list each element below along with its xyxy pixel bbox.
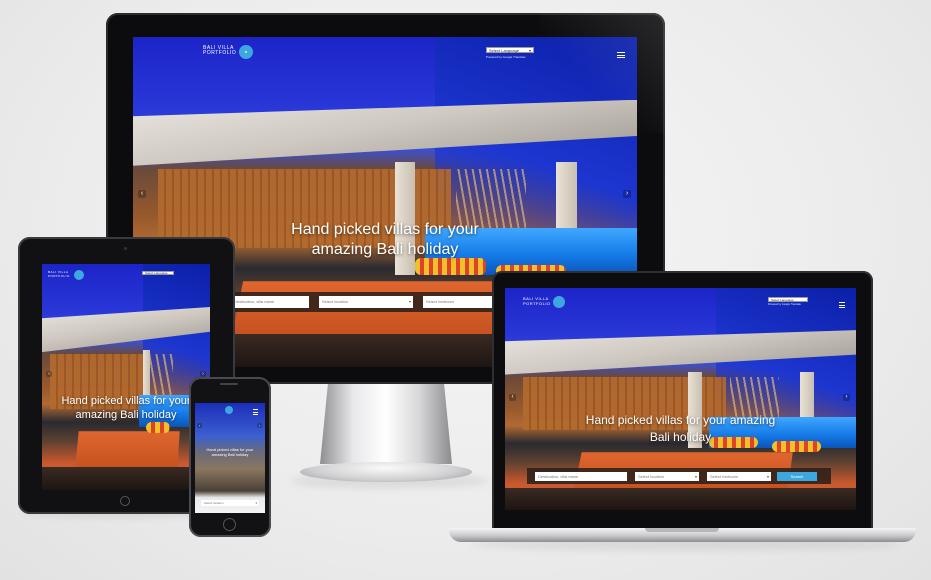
prev-slide-arrow[interactable]: ‹: [138, 190, 146, 198]
laptop-powered-by-translate[interactable]: Powered by Google Translate: [768, 303, 801, 306]
laptop-search-button[interactable]: Search: [777, 472, 817, 481]
site-logo-text[interactable]: BALI VILLA PORTFOLIO: [203, 46, 236, 56]
tablet-home-button[interactable]: [120, 496, 130, 506]
logo-badge-icon: ●: [239, 45, 253, 59]
laptop-menu-icon[interactable]: [839, 302, 845, 310]
phone-logo-badge-icon: [225, 406, 233, 414]
phone-prev-arrow[interactable]: ‹: [197, 423, 202, 428]
laptop-logo-text[interactable]: BALI VILLA PORTFOLIO: [523, 296, 551, 306]
laptop-language-select[interactable]: Select Language: [768, 297, 808, 302]
phone-home-button[interactable]: [223, 518, 236, 531]
phone-speaker: [220, 383, 238, 385]
tablet-prev-arrow[interactable]: ‹: [46, 371, 52, 377]
destination-search-input[interactable]: Destination, villa name: [231, 296, 309, 308]
tablet-hero-screen: BALI VILLA PORTFOLIO Select Language ‹ ›…: [42, 264, 210, 490]
bedroom-select[interactable]: Select bedroom▾: [423, 296, 503, 308]
laptop-location-select[interactable]: Select location ▾: [635, 472, 699, 481]
tablet-logo-badge-icon: [74, 270, 84, 280]
laptop-opening-notch: [645, 528, 719, 532]
phone-hero-screen: ‹ › Hand picked villas for your amazing …: [195, 403, 265, 513]
laptop-bedroom-select[interactable]: Select bedroom ▾: [707, 472, 771, 481]
laptop-logo-badge-icon: [553, 296, 565, 308]
phone-menu-icon[interactable]: [253, 409, 258, 417]
phone-hero-text: Hand picked villas for your amazing Bali…: [206, 447, 254, 457]
laptop-hero-title: Hand picked villas for your amazing Bali…: [585, 413, 776, 444]
tablet-hero-title: Hand picked villas for your amazing Bali…: [61, 395, 191, 421]
location-select[interactable]: Select location ▾: [319, 296, 413, 308]
menu-icon[interactable]: [617, 52, 625, 60]
monitor-stand-neck: [320, 384, 452, 464]
tablet-language-select[interactable]: Select Language: [142, 271, 174, 275]
monitor-stand-base: [300, 462, 472, 482]
phone-next-arrow[interactable]: ›: [257, 423, 262, 428]
laptop-destination-input[interactable]: Destination, villa name: [535, 472, 627, 481]
language-select[interactable]: Select Language ▾: [486, 47, 534, 53]
powered-by-translate[interactable]: Powered by Google Translate: [486, 55, 526, 59]
laptop-prev-arrow[interactable]: ‹: [509, 394, 516, 401]
tablet-logo-text[interactable]: BALI VILLA PORTFOLIO: [48, 270, 70, 278]
tablet-camera: [124, 247, 127, 250]
laptop-next-arrow[interactable]: ›: [843, 394, 850, 401]
phone-location-select[interactable]: Select location ▾: [201, 500, 259, 506]
next-slide-arrow[interactable]: ›: [623, 190, 631, 198]
laptop-hero-screen: BALI VILLA PORTFOLIO Select Language Pow…: [505, 288, 856, 510]
